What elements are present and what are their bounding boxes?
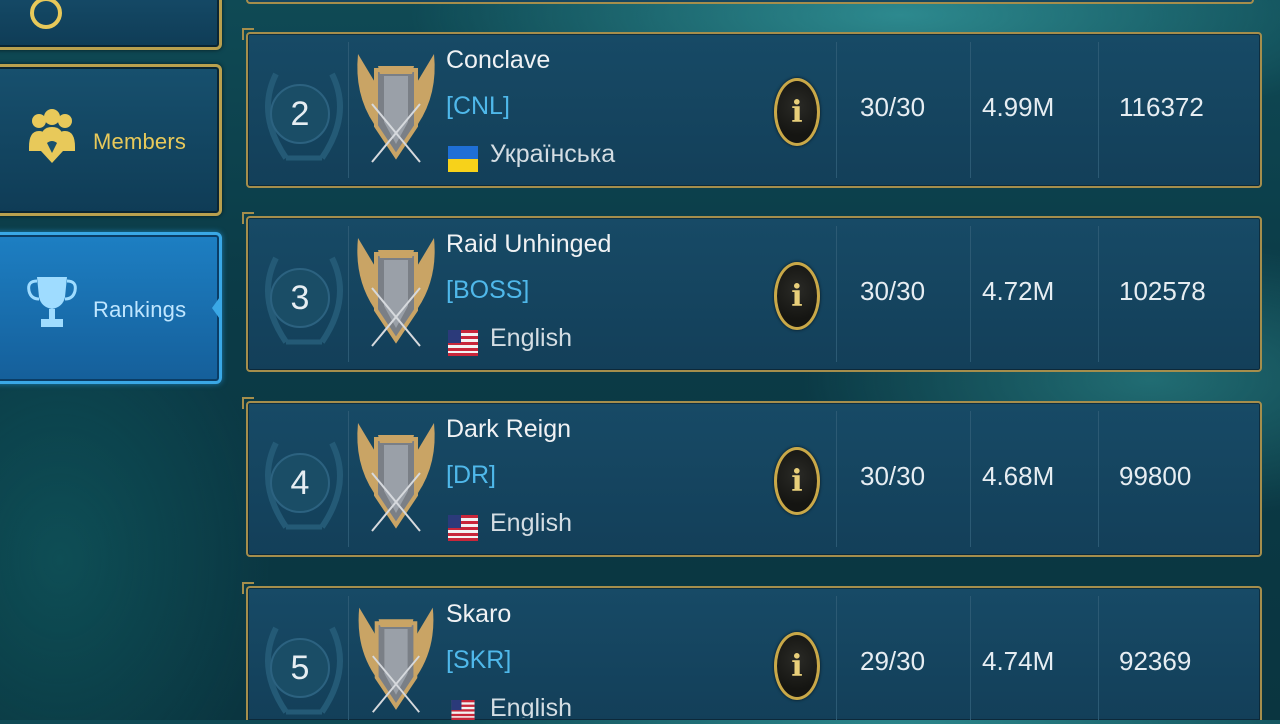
divider [836, 42, 837, 178]
emblem-icon [30, 0, 62, 29]
divider [1098, 411, 1099, 547]
clan-shield-icon [357, 423, 435, 532]
divider [970, 226, 971, 362]
clan-tag: [BOSS] [446, 276, 530, 304]
clan-name: Conclave [446, 46, 551, 74]
nav-item-rankings[interactable]: Rankings [0, 232, 222, 384]
divider [836, 226, 837, 362]
nav-item-top[interactable] [0, 0, 222, 50]
ranking-row-2[interactable]: 2 Conclave [CNL] Українська i 30/30 4.99… [242, 28, 1262, 188]
divider [970, 596, 971, 720]
clan-name: Skaro [446, 600, 512, 628]
rank-number: 2 [270, 84, 330, 144]
rank-number: 3 [270, 268, 330, 328]
rank-number: 5 [270, 638, 330, 698]
ukraine-flag-icon [448, 146, 478, 172]
clan-power: 4.68M [982, 461, 1055, 491]
nav-item-members[interactable]: Members [0, 64, 222, 216]
previous-row-edge [246, 0, 1254, 4]
ranking-row-3[interactable]: 3 Raid Unhinged [BOSS] English i 30/30 4… [242, 212, 1262, 372]
us-flag-icon [448, 515, 478, 541]
divider [348, 42, 349, 178]
clan-language: English [490, 324, 572, 352]
info-button[interactable]: i [774, 632, 820, 700]
clan-power: 4.74M [982, 646, 1055, 676]
active-pointer-icon [212, 294, 222, 322]
members-count: 30/30 [860, 92, 926, 122]
clan-score: 92369 [1119, 646, 1192, 676]
divider [348, 411, 349, 547]
clan-shield-icon [357, 238, 435, 347]
clan-language: English [490, 509, 572, 537]
divider [1098, 226, 1099, 362]
clan-name: Dark Reign [446, 415, 572, 443]
clan-tag: [CNL] [446, 92, 510, 120]
clan-shield-icon [358, 607, 434, 713]
members-count: 30/30 [860, 276, 926, 306]
divider [1098, 596, 1099, 720]
divider [970, 42, 971, 178]
clan-tag: [SKR] [446, 646, 512, 674]
clan-name: Raid Unhinged [446, 230, 612, 258]
divider [348, 226, 349, 362]
members-count: 29/30 [860, 646, 926, 676]
nav-rankings-label: Rankings [93, 297, 187, 322]
clan-power: 4.99M [982, 92, 1055, 122]
clan-score: 99800 [1119, 461, 1192, 491]
divider [836, 596, 837, 720]
clan-language: English [490, 694, 572, 718]
us-flag-icon [448, 330, 478, 356]
members-count: 30/30 [860, 461, 926, 491]
clan-score: 116372 [1119, 92, 1204, 122]
clan-tag: [DR] [446, 461, 496, 489]
trophy-icon [27, 277, 77, 327]
divider [1098, 42, 1099, 178]
rank-number: 4 [270, 453, 330, 513]
divider [970, 411, 971, 547]
ranking-row-5[interactable]: 5 Skaro [SKR] English i 29/30 4.74M 9236… [242, 582, 1262, 720]
info-button[interactable]: i [774, 262, 820, 330]
clan-power: 4.72M [982, 276, 1055, 306]
ranking-row-4[interactable]: 4 Dark Reign [DR] English i 30/30 4.68M … [242, 397, 1262, 557]
clan-language: Українська [490, 140, 616, 168]
members-icon [29, 109, 75, 163]
info-button[interactable]: i [774, 447, 820, 515]
clan-shield-icon [357, 54, 435, 163]
divider [348, 596, 349, 720]
nav-members-label: Members [93, 129, 187, 154]
us-flag-icon [451, 700, 475, 720]
clan-score: 102578 [1119, 276, 1206, 306]
divider [836, 411, 837, 547]
info-button[interactable]: i [774, 78, 820, 146]
